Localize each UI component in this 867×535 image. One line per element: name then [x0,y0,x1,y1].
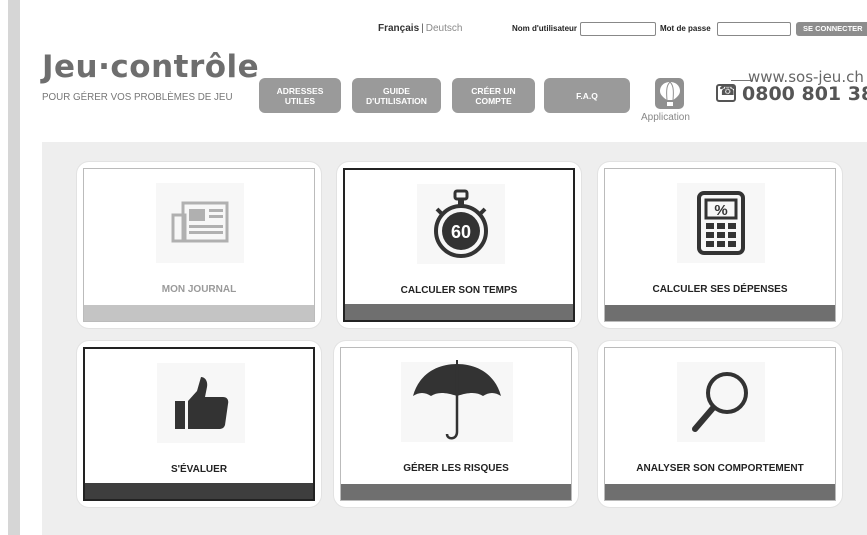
left-edge-bar [8,0,20,535]
newspaper-icon [156,183,244,263]
tile-analyser-comportement[interactable]: ANALYSER SON COMPORTEMENT [598,341,842,507]
nav-guide-button[interactable]: GUIDE D'UTILISATION [352,78,441,113]
tile-footer-bar [85,483,313,499]
sos-phone[interactable]: ☎ 0800 801 381 [716,83,867,105]
tile-label: CALCULER SES DÉPENSES [652,284,788,295]
left-edge [0,0,22,535]
site-logo[interactable]: Jeu·contrôle [42,50,259,84]
username-field[interactable] [580,22,656,36]
lang-fr-link[interactable]: Français [378,23,419,34]
password-field[interactable] [717,22,791,36]
calculator-symbol: % [714,202,727,219]
tile-footer-bar [341,484,571,500]
tile-label: CALCULER SON TEMPS [400,285,518,296]
site-tagline: POUR GÉRER VOS PROBLÈMES DE JEU [42,92,233,103]
lang-separator: | [421,23,424,34]
tile-footer-bar [605,305,835,321]
stopwatch-number: 60 [451,222,471,242]
application-label[interactable]: Application [641,112,690,123]
phone-icon: ☎ [716,83,736,102]
nav-faq-button[interactable]: F.A.Q [544,78,630,113]
tile-footer-bar [345,304,573,320]
tile-footer-bar [84,305,314,321]
umbrella-icon [401,360,513,442]
magnifier-icon [677,362,765,442]
sos-phone-number: 0800 801 381 [742,83,867,105]
tile-mon-journal[interactable]: MON JOURNAL [77,162,321,328]
tile-gerer-risques[interactable]: GÉRER LES RISQUES [334,341,578,507]
tile-label: S'ÉVALUER [170,464,228,475]
tile-s-evaluer[interactable]: S'ÉVALUER [77,341,321,507]
tile-footer-bar [605,484,835,500]
tile-calculer-depenses[interactable]: % CALCULER SES DÉPENSES [598,162,842,328]
calculator-icon: % [677,183,765,263]
nav-adresses-utiles-button[interactable]: ADRESSES UTILES [259,78,341,113]
hot-air-balloon-icon[interactable] [655,78,684,109]
lang-de-link[interactable]: Deutsch [426,23,463,34]
username-label: Nom d'utilisateur [512,24,578,33]
tile-calculer-temps[interactable]: 60 CALCULER SON TEMPS [337,162,581,328]
tile-label: MON JOURNAL [161,284,237,295]
tile-label: ANALYSER SON COMPORTEMENT [636,463,804,474]
nav-creer-compte-button[interactable]: CRÉER UN COMPTE [452,78,535,113]
stopwatch-icon: 60 [417,184,505,264]
password-label: Mot de passe [660,24,711,33]
login-button[interactable]: SE CONNECTER [796,22,867,36]
thumbs-up-icon [157,363,245,443]
tile-label: GÉRER LES RISQUES [403,463,509,474]
